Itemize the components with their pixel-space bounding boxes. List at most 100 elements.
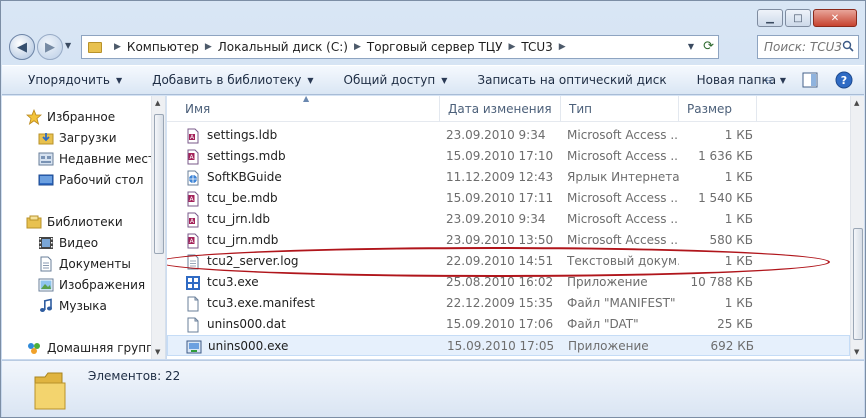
libraries-icon xyxy=(26,214,42,230)
breadcrumb-computer[interactable]: Компьютер xyxy=(127,40,199,54)
chevron-right-icon[interactable]: ▶ xyxy=(559,42,566,52)
access-lock-icon: A xyxy=(185,212,201,228)
scroll-up-icon[interactable]: ▲ xyxy=(155,99,160,107)
file-scroll-thumb[interactable] xyxy=(853,228,863,340)
help-button[interactable]: ? xyxy=(834,71,854,89)
preview-pane-button[interactable] xyxy=(800,71,820,89)
burn-button[interactable]: Записать на оптический диск xyxy=(477,73,666,87)
help-icon: ? xyxy=(835,71,853,89)
file-row[interactable]: Atcu_jrn.mdb 23.09.2010 13:50 Microsoft Ac… xyxy=(167,230,850,251)
file-type: Ярлык Интернета xyxy=(567,170,679,184)
nav-videos[interactable]: Видео xyxy=(38,232,98,253)
nav-favorites[interactable]: Избранное xyxy=(26,106,115,127)
add-to-library-button[interactable]: Добавить в библиотеку ▼ xyxy=(152,73,313,87)
file-date: 11.12.2009 12:43 xyxy=(446,170,554,184)
items-count: Элементов: 22 xyxy=(88,369,181,383)
organize-button[interactable]: Упорядочить ▼ xyxy=(28,73,122,87)
file-size: 10 788 КБ xyxy=(690,275,753,289)
nav-recent-places[interactable]: Недавние места xyxy=(38,148,162,169)
file-size: 1 КБ xyxy=(724,128,753,142)
breadcrumb-tcu3[interactable]: TCU3 xyxy=(521,40,552,54)
nav-label: Домашняя группа xyxy=(47,340,162,355)
file-row[interactable]: SoftKBGuide 11.12.2009 12:43 Ярлык Интерне… xyxy=(167,167,850,188)
maximize-button[interactable]: □ xyxy=(785,9,811,27)
column-header-name[interactable]: Имя xyxy=(177,96,440,122)
nav-label: Библиотеки xyxy=(47,214,123,229)
column-header-type[interactable]: Тип xyxy=(561,96,679,122)
recent-pages-dropdown-icon[interactable]: ▼ xyxy=(65,41,71,50)
nav-label: Видео xyxy=(59,235,99,250)
file-row[interactable]: tcu3.exe.manifest 22.12.2009 15:35 Файл "M… xyxy=(167,293,850,314)
folder-icon xyxy=(34,372,66,410)
nav-pictures[interactable]: Изображения xyxy=(38,274,145,295)
share-button[interactable]: Общий доступ ▼ xyxy=(344,73,448,87)
search-box[interactable] xyxy=(757,35,859,59)
breadcrumb: ▶ Компьютер ▶ Локальный диск (C:) ▶ Торг… xyxy=(108,40,572,54)
refresh-icon[interactable]: ⟳ xyxy=(703,39,714,54)
file-date: 22.09.2010 14:51 xyxy=(446,254,554,268)
file-date: 22.12.2009 15:35 xyxy=(446,296,554,310)
nav-label: Музыка xyxy=(59,298,107,313)
file-type: Microsoft Access ... xyxy=(567,128,679,142)
back-button[interactable]: ◀ xyxy=(9,34,35,60)
breadcrumb-trade-server[interactable]: Торговый сервер ТЦУ xyxy=(367,40,503,54)
toolbar-right: ▼ ? xyxy=(766,71,854,89)
nav-libraries[interactable]: Библиотеки xyxy=(26,211,123,232)
address-dropdown-icon[interactable]: ▼ xyxy=(688,42,694,51)
file-name-cell: Atcu_jrn.ldb xyxy=(185,209,435,230)
file-date: 25.08.2010 16:02 xyxy=(446,275,554,289)
address-bar[interactable]: ▶ Компьютер ▶ Локальный диск (C:) ▶ Торг… xyxy=(81,35,719,59)
forward-button[interactable]: ▶ xyxy=(37,34,63,60)
file-size: 1 КБ xyxy=(724,254,753,268)
file-size: 1 КБ xyxy=(724,212,753,226)
caption-buttons: ▁ □ ✕ xyxy=(757,9,857,27)
file-row[interactable]: tcu2_server.log 22.09.2010 14:51 Текстовый… xyxy=(167,251,850,272)
chevron-right-icon[interactable]: ▶ xyxy=(114,42,121,52)
breadcrumb-local-disk[interactable]: Локальный диск (C:) xyxy=(218,40,348,54)
organize-label: Упорядочить xyxy=(28,73,110,87)
nav-music[interactable]: Музыка xyxy=(38,295,107,316)
file-row[interactable]: unins000.dat 15.09.2010 17:06 Файл "DAT" 25… xyxy=(167,314,850,335)
nav-scroll-thumb[interactable] xyxy=(154,114,164,254)
chevron-right-icon[interactable]: ▶ xyxy=(354,42,361,52)
file-size: 1 636 КБ xyxy=(698,149,753,163)
nav-homegroup[interactable]: Домашняя группа xyxy=(26,337,161,358)
navigation-pane: Избранное Загрузки Недавние места Рабочи… xyxy=(2,96,166,359)
application-icon xyxy=(185,275,201,291)
search-icon[interactable] xyxy=(842,40,854,52)
file-row[interactable]: unins000.exe 15.09.2010 17:05 Приложение 69… xyxy=(167,335,850,356)
chevron-right-icon[interactable]: ▶ xyxy=(205,42,212,52)
installer-icon xyxy=(186,339,202,355)
nav-scrollbar[interactable]: ▲ ▼ xyxy=(151,96,165,359)
close-button[interactable]: ✕ xyxy=(813,9,857,27)
scroll-down-icon[interactable]: ▼ xyxy=(854,348,859,356)
column-header-date[interactable]: Дата изменения xyxy=(440,96,561,122)
nav-label: Недавние места xyxy=(59,151,163,166)
nav-documents[interactable]: Документы xyxy=(38,253,131,274)
new-folder-button[interactable]: Новая папка xyxy=(697,73,776,87)
column-header-size[interactable]: Размер xyxy=(679,96,757,122)
search-input[interactable] xyxy=(764,40,844,54)
file-size: 692 КБ xyxy=(710,339,754,353)
file-row[interactable]: Asettings.mdb 15.09.2010 17:10 Microsoft A… xyxy=(167,146,850,167)
nav-desktop[interactable]: Рабочий стол xyxy=(38,169,143,190)
burn-label: Записать на оптический диск xyxy=(477,73,667,87)
file-name: unins000.dat xyxy=(207,317,286,331)
music-note-icon xyxy=(38,298,54,314)
file-name: tcu3.exe xyxy=(207,275,259,289)
scroll-down-icon[interactable]: ▼ xyxy=(155,348,160,356)
file-list-scrollbar[interactable]: ▲ ▼ xyxy=(850,96,864,359)
file-row[interactable]: tcu3.exe 25.08.2010 16:02 Приложение 10 788… xyxy=(167,272,850,293)
view-options-button[interactable]: ▼ xyxy=(766,71,786,89)
chevron-right-icon[interactable]: ▶ xyxy=(508,42,515,52)
file-row[interactable]: Asettings.ldb 23.09.2010 9:34 Microsoft Ac… xyxy=(167,125,850,146)
access-db-icon: A xyxy=(185,149,201,165)
file-row[interactable]: Atcu_jrn.ldb 23.09.2010 9:34 Microsoft Acc… xyxy=(167,209,850,230)
minimize-button[interactable]: ▁ xyxy=(757,9,783,27)
svg-text:?: ? xyxy=(841,74,847,87)
nav-downloads[interactable]: Загрузки xyxy=(38,127,117,148)
file-name-cell: unins000.dat xyxy=(185,314,435,335)
scroll-up-icon[interactable]: ▲ xyxy=(854,99,859,107)
file-row[interactable]: Atcu_be.mdb 15.09.2010 17:11 Microsoft Acc… xyxy=(167,188,850,209)
share-label: Общий доступ xyxy=(343,73,436,87)
